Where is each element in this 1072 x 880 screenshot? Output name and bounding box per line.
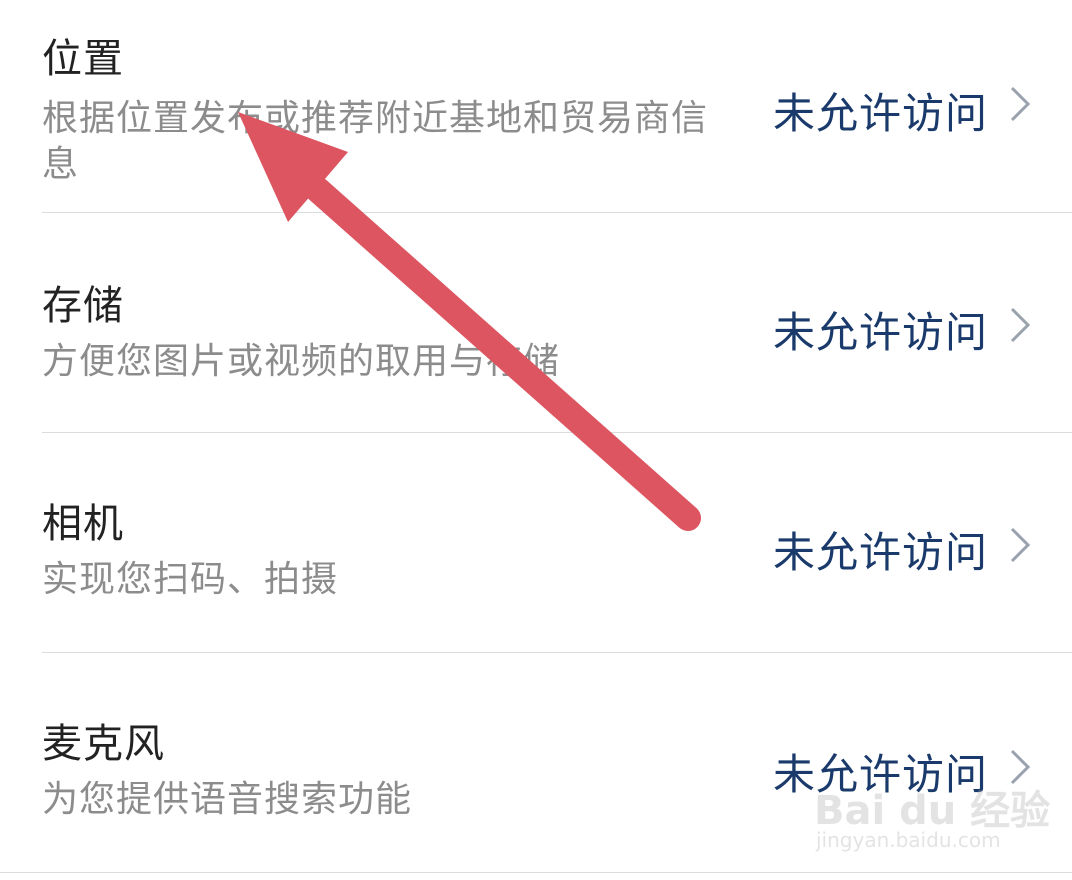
chevron-right-icon — [1010, 307, 1031, 343]
chevron-right-icon — [1010, 86, 1031, 122]
chevron-right-icon — [1010, 527, 1031, 563]
permission-status: 未允许访问 — [772, 308, 988, 357]
permission-row-location[interactable]: 位置 根据位置发布或推荐附近基地和贸易商信息 未允许访问 — [0, 0, 1072, 220]
permission-description: 实现您扫码、拍摄 — [42, 559, 339, 600]
divider — [0, 872, 1072, 873]
permission-description: 为您提供语音搜索功能 — [42, 779, 413, 820]
permission-title: 位置 — [42, 36, 124, 82]
permission-description: 方便您图片或视频的取用与存储 — [42, 341, 561, 382]
permission-status: 未允许访问 — [772, 89, 988, 138]
permissions-page: 位置 根据位置发布或推荐附近基地和贸易商信息 未允许访问 存储 方便您图片或视频… — [0, 0, 1072, 880]
permission-row-camera[interactable]: 相机 实现您扫码、拍摄 未允许访问 — [0, 433, 1072, 653]
permission-title: 相机 — [42, 501, 124, 547]
permission-description: 根据位置发布或推荐附近基地和贸易商信息 — [42, 98, 709, 185]
permission-title: 存储 — [42, 283, 124, 329]
permission-status: 未允许访问 — [772, 528, 988, 577]
permission-title: 麦克风 — [42, 721, 165, 767]
watermark-url: jingyan.baidu.com — [816, 828, 1001, 852]
permission-row-storage[interactable]: 存储 方便您图片或视频的取用与存储 未允许访问 — [0, 213, 1072, 433]
watermark: Bai du 经验 jingyan.baidu.com — [814, 778, 1050, 858]
